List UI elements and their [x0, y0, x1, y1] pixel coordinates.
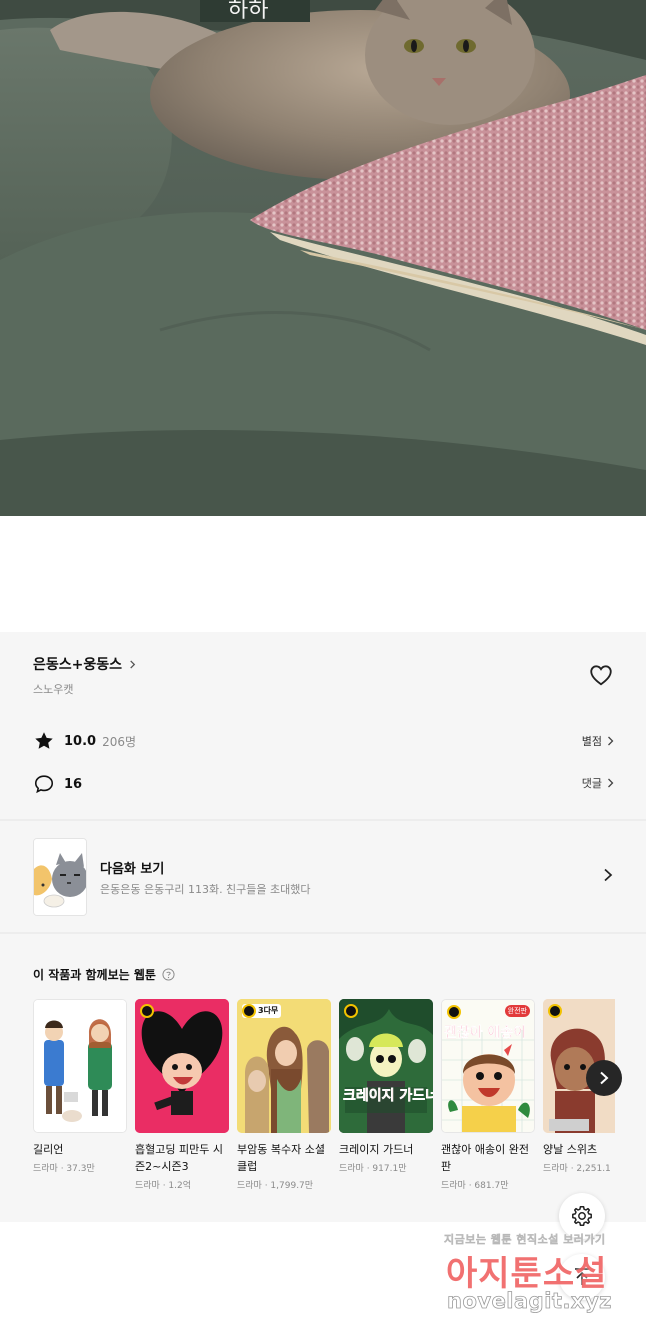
help-icon[interactable] — [162, 968, 175, 981]
next-episode-title: 다음화 보기 — [100, 862, 165, 877]
recommendation-cover: 크레이지 가드너 — [339, 999, 433, 1133]
clock-badge-icon — [140, 1004, 154, 1018]
recommendation-meta: 드라마 · 37.3만 — [33, 1164, 95, 1174]
section-divider — [0, 932, 646, 934]
recommendation-title: 부암동 복수자 소셜클럽 — [237, 1143, 325, 1173]
cover-illustration — [339, 999, 433, 1133]
work-title-link[interactable]: 은동스+웅동스 — [33, 654, 137, 674]
rating-row: 10.0 206명 — [33, 730, 136, 752]
comment-bubble-icon — [34, 775, 54, 794]
watermark-logo: 아지툰소설 — [446, 1254, 608, 1294]
recommendation-card[interactable]: 크레이지 가드너 크레이지 가드너 드라마 · 917.1만 — [339, 999, 433, 1174]
work-author: 스노우캣 — [33, 683, 74, 696]
recommendation-cover — [33, 999, 127, 1133]
recommendation-title: 양날 스위츠 — [543, 1143, 598, 1156]
recommendation-meta: 드라마 · 1,799.7만 — [237, 1181, 314, 1191]
recommendation-meta: 드라마 · 2,251.1 — [543, 1164, 611, 1174]
chevron-right-icon — [130, 659, 136, 669]
cover-illustration — [135, 999, 229, 1133]
recommendation-meta: 드라마 · 917.1만 — [339, 1164, 407, 1174]
comment-count: 16 — [64, 776, 83, 792]
recommendation-title: 크레이지 가드너 — [339, 1143, 414, 1156]
comment-label: 댓글 — [581, 777, 602, 790]
recommendation-meta: 드라마 · 681.7만 — [441, 1181, 509, 1191]
chevron-right-icon — [608, 778, 614, 788]
cover-illustration — [442, 1000, 534, 1132]
recommendation-card[interactable]: 길리언 드라마 · 37.3만 — [33, 999, 127, 1174]
next-episode-link[interactable]: 다음화 보기 은동은동 은동구리 113화. 친구들을 초대했다 — [0, 822, 646, 932]
recommendation-title: 괜찮아 애송이 완전판 — [441, 1143, 529, 1173]
clock-badge-icon — [344, 1004, 358, 1018]
chevron-right-icon — [604, 868, 613, 882]
cover-illustration — [237, 999, 331, 1133]
chevron-right-icon — [608, 736, 614, 746]
cover-title-text: 괜찮아 애송이 — [444, 1025, 527, 1041]
watermark-tagline: 지금보는 웹툰 현직소설 보러가기 — [444, 1233, 606, 1246]
chevron-right-icon — [600, 1071, 609, 1085]
recommendation-cover — [135, 999, 229, 1133]
next-episode-description: 은동은동 은동구리 113화. 친구들을 초대했다 — [100, 883, 311, 896]
recommendation-meta: 드라마 · 1.2억 — [135, 1181, 192, 1191]
cover-illustration — [34, 1000, 126, 1132]
rating-count: 206명 — [102, 734, 137, 749]
recommendation-card[interactable]: 완전판 괜찮아 애송이 괜찮아 애송이 완전판 드라마 · 681.7만 — [441, 999, 535, 1191]
gear-icon — [572, 1206, 592, 1226]
comments-button[interactable]: 댓글 — [582, 775, 614, 791]
comment-row: 16 — [33, 773, 82, 795]
clock-badge-icon — [242, 1004, 256, 1018]
cover-title-text: 크레이지 가드너 — [343, 1088, 433, 1105]
cat-on-sofa-illustration: 하하 — [0, 0, 646, 516]
hero-overlay-text: 하하 — [228, 0, 268, 23]
recommendation-card[interactable]: 3다무 부암동 복수자 소셜클럽 드라마 · 1,799.7만 — [237, 999, 331, 1191]
image-gap — [0, 516, 646, 632]
clock-badge-icon — [548, 1004, 562, 1018]
next-episode-thumbnail — [33, 838, 87, 916]
work-info-panel: 은동스+웅동스 스노우캣 10.0 206명 별점 16 댓글 다음화 보기 은… — [0, 632, 646, 1222]
scroll-right-button[interactable] — [586, 1060, 622, 1096]
section-divider — [0, 819, 646, 821]
recommendations-title: 이 작품과 함께보는 웹툰 — [33, 968, 156, 982]
heart-icon[interactable] — [588, 662, 614, 688]
recommendation-cover: 완전판 괜찮아 애송이 — [441, 999, 535, 1133]
recommendation-title: 길리언 — [33, 1143, 64, 1156]
rating-value: 10.0 — [64, 733, 97, 749]
hero-cover-image: 하하 — [0, 0, 646, 516]
edition-badge: 완전판 — [504, 1005, 530, 1017]
recommendations-list: 길리언 드라마 · 37.3만 흡혈고딩 피만두 시즌2~시즌3 드라마 · 1… — [33, 999, 615, 1199]
recommendation-cover: 3다무 — [237, 999, 331, 1133]
recommendations-heading: 이 작품과 함께보는 웹툰 — [33, 966, 175, 983]
rate-label: 별점 — [581, 735, 602, 748]
work-title: 은동스+웅동스 — [33, 657, 123, 673]
clock-badge-icon — [447, 1005, 461, 1019]
recommendation-title: 흡혈고딩 피만두 시즌2~시즌3 — [135, 1143, 223, 1173]
recommendation-card[interactable]: 흡혈고딩 피만두 시즌2~시즌3 드라마 · 1.2억 — [135, 999, 229, 1191]
rate-button[interactable]: 별점 — [582, 733, 614, 749]
star-icon — [35, 732, 53, 749]
watermark-url: novelagit.xyz — [447, 1289, 612, 1314]
cat-thumbnail-illustration — [34, 839, 86, 915]
